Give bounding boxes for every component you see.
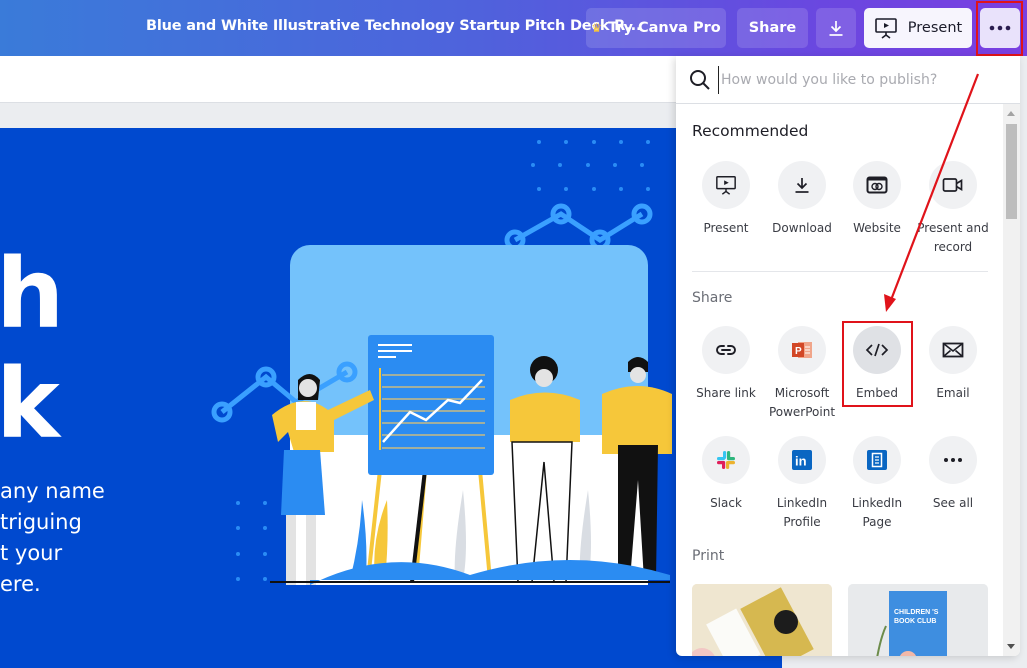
panel-scrollbar[interactable] bbox=[1003, 104, 1020, 656]
publish-option-website[interactable]: Website bbox=[839, 161, 915, 238]
share-option-share-link[interactable]: Share link bbox=[688, 326, 764, 403]
download-icon bbox=[829, 21, 843, 36]
print-option-business-cards[interactable] bbox=[692, 584, 832, 656]
website-icon bbox=[866, 176, 888, 194]
svg-text:P: P bbox=[795, 346, 802, 357]
slide-title-line-2: k bbox=[0, 348, 60, 460]
print-option-poster[interactable]: CHILDREN 'S BOOK CLUB bbox=[848, 584, 988, 656]
book-club-poster-thumbnail: CHILDREN 'S BOOK CLUB bbox=[848, 584, 988, 656]
share-option-linkedin-profile[interactable]: in LinkedIn Profile bbox=[764, 436, 840, 532]
publish-option-label: Present and record bbox=[917, 221, 989, 254]
more-options-button[interactable] bbox=[980, 8, 1020, 48]
share-option-label: Embed bbox=[856, 386, 898, 400]
share-option-embed[interactable]: Embed bbox=[839, 326, 915, 403]
more-horizontal-icon bbox=[944, 458, 962, 462]
share-button[interactable]: Share bbox=[737, 8, 808, 48]
share-option-label: See all bbox=[932, 496, 974, 510]
svg-text:in: in bbox=[795, 454, 807, 469]
linkedin-icon: in bbox=[792, 450, 812, 470]
email-icon bbox=[942, 342, 964, 358]
line-graph-top bbox=[504, 203, 653, 251]
business-cards-thumbnail bbox=[692, 584, 832, 656]
dot-grid-top bbox=[531, 140, 650, 191]
top-bar: Blue and White Illustrative Technology S… bbox=[0, 0, 1027, 56]
present-icon bbox=[874, 18, 897, 39]
share-option-powerpoint[interactable]: P Microsoft PowerPoint bbox=[764, 326, 840, 422]
dot-grid-bottom bbox=[236, 501, 267, 581]
more-horizontal-icon bbox=[989, 25, 1011, 31]
share-option-label: Microsoft PowerPoint bbox=[768, 386, 836, 419]
share-heading: Share bbox=[692, 290, 733, 306]
svg-text:BOOK CLUB: BOOK CLUB bbox=[894, 618, 936, 625]
recommended-heading: Recommended bbox=[692, 122, 809, 140]
svg-text:CHILDREN 'S: CHILDREN 'S bbox=[894, 609, 939, 616]
present-icon bbox=[716, 176, 736, 195]
publish-option-label: Present bbox=[703, 221, 749, 235]
share-option-label: Slack bbox=[710, 496, 742, 510]
publish-option-present-and-record[interactable]: Present and record bbox=[915, 161, 991, 257]
team-presentation-illustration bbox=[211, 140, 672, 585]
publish-search-input[interactable] bbox=[718, 66, 998, 94]
download-icon bbox=[795, 178, 809, 193]
slide-body-text: any name triguing t your ere. bbox=[0, 479, 105, 596]
linkedin-page-icon bbox=[867, 450, 887, 470]
section-divider bbox=[692, 271, 988, 272]
share-option-see-all[interactable]: See all bbox=[915, 436, 991, 513]
present-label: Present bbox=[907, 20, 963, 36]
print-heading: Print bbox=[692, 548, 725, 564]
document-title[interactable]: Blue and White Illustrative Technology S… bbox=[146, 18, 641, 34]
try-canva-pro-label: Try Canva Pro bbox=[608, 20, 721, 36]
slide-title-line-1: h bbox=[0, 238, 65, 350]
publish-option-label: Website bbox=[853, 221, 901, 235]
share-option-label: Email bbox=[936, 386, 970, 400]
share-label: Share bbox=[748, 20, 797, 36]
share-option-label: Share link bbox=[696, 386, 756, 400]
publish-option-download[interactable]: Download bbox=[764, 161, 840, 238]
video-camera-icon bbox=[942, 178, 963, 192]
editor-toolbar bbox=[0, 56, 680, 103]
scroll-up-arrow[interactable] bbox=[1007, 111, 1015, 116]
share-option-label: LinkedIn Profile bbox=[776, 496, 828, 529]
slide-canvas[interactable]: h k any name triguing t your ere. bbox=[0, 128, 782, 668]
try-canva-pro-button[interactable]: ♛ Try Canva Pro bbox=[586, 8, 726, 48]
crown-icon: ♛ bbox=[591, 21, 603, 35]
powerpoint-icon: P bbox=[792, 342, 812, 358]
share-option-email[interactable]: Email bbox=[915, 326, 991, 403]
scroll-down-arrow[interactable] bbox=[1007, 644, 1015, 649]
publish-option-present[interactable]: Present bbox=[688, 161, 764, 238]
code-icon bbox=[865, 343, 889, 357]
share-option-slack[interactable]: Slack bbox=[688, 436, 764, 513]
share-option-linkedin-page[interactable]: LinkedIn Page bbox=[839, 436, 915, 532]
publish-option-label: Download bbox=[772, 221, 832, 235]
share-option-label: LinkedIn Page bbox=[851, 496, 903, 529]
publish-search-bar bbox=[676, 56, 1020, 104]
link-icon bbox=[716, 345, 736, 355]
publish-panel: Recommended Present Download Website Pre… bbox=[676, 56, 1020, 656]
present-button[interactable]: Present bbox=[864, 8, 972, 48]
slack-icon bbox=[717, 451, 735, 469]
scroll-thumb[interactable] bbox=[1006, 124, 1017, 219]
download-button[interactable] bbox=[816, 8, 856, 48]
search-icon bbox=[690, 70, 710, 90]
